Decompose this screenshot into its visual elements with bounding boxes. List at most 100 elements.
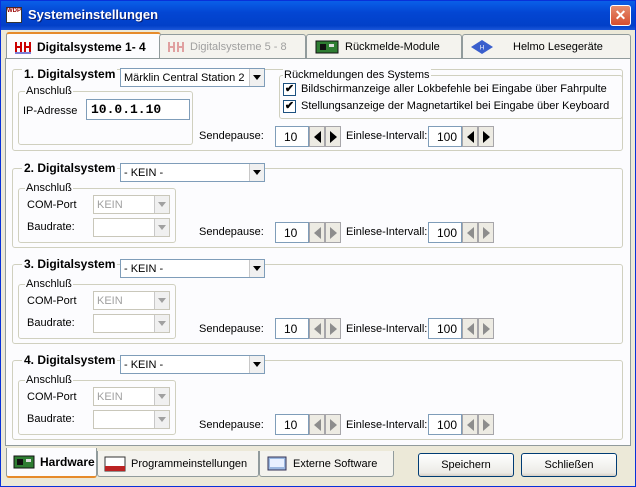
title-bar[interactable]: WDP Systemeinstellungen ✕ bbox=[1, 1, 635, 30]
arrow-right-icon[interactable] bbox=[325, 318, 341, 339]
system4-com-value: KEIN bbox=[97, 390, 123, 403]
system3-interval-input[interactable]: 100 bbox=[428, 318, 462, 339]
system4-pause-spinner[interactable] bbox=[309, 414, 341, 435]
system4-pause-input[interactable]: 10 bbox=[275, 414, 309, 435]
check-lok-commands[interactable]: ✔ bbox=[283, 83, 296, 96]
chevron-down-icon[interactable] bbox=[154, 196, 169, 213]
check-magnet-articles[interactable]: ✔ bbox=[283, 100, 296, 113]
chevron-down-icon[interactable] bbox=[154, 388, 169, 405]
tab-digitalsysteme-1-4[interactable]: Digitalsysteme 1- 4 bbox=[6, 32, 161, 59]
digital-system-icon bbox=[15, 41, 31, 53]
arrow-right-icon[interactable] bbox=[325, 222, 341, 243]
feedback-title: Rückmeldungen des Systems bbox=[283, 69, 431, 81]
system1-type-select[interactable]: Märklin Central Station 2 bbox=[120, 68, 265, 87]
tab-label: Digitalsysteme 1- 4 bbox=[37, 39, 146, 54]
tab-label: Hardware bbox=[40, 455, 95, 469]
system2-interval-label: Einlese-Intervall: bbox=[346, 226, 428, 238]
window-title: Systemeinstellungen bbox=[28, 7, 159, 22]
arrow-left-icon[interactable] bbox=[309, 318, 325, 339]
system3-pause-spinner[interactable] bbox=[309, 318, 341, 339]
system3-type-select[interactable]: - KEIN - bbox=[120, 259, 265, 278]
arrow-right-icon[interactable] bbox=[478, 414, 494, 435]
arrow-left-icon[interactable] bbox=[309, 414, 325, 435]
system3-com-value: KEIN bbox=[97, 294, 123, 307]
system2-pause-label: Sendepause: bbox=[199, 226, 264, 238]
close-window-button[interactable]: ✕ bbox=[610, 5, 631, 26]
system4-baud-select[interactable] bbox=[93, 410, 170, 429]
check-magnet-articles-label: Stellungsanzeige der Magnetartikel bei E… bbox=[301, 100, 610, 112]
system4-interval-spinner[interactable] bbox=[462, 414, 494, 435]
arrow-right-icon[interactable] bbox=[325, 414, 341, 435]
arrow-left-icon[interactable] bbox=[462, 222, 478, 243]
digital-system-icon bbox=[168, 41, 184, 52]
arrow-left-icon[interactable] bbox=[309, 126, 325, 147]
system1-type-value: Märklin Central Station 2 bbox=[124, 71, 245, 84]
system1-interval-spinner[interactable] bbox=[462, 126, 494, 147]
system2-type-select[interactable]: - KEIN - bbox=[120, 163, 265, 182]
arrow-left-icon[interactable] bbox=[462, 318, 478, 339]
tab-label: Programmeinstellungen bbox=[131, 457, 248, 470]
settings-window: WDP Systemeinstellungen ✕ Digitalsysteme… bbox=[0, 0, 636, 487]
chevron-down-icon[interactable] bbox=[154, 315, 169, 332]
system2-com-value: KEIN bbox=[97, 198, 123, 211]
tab-programmeinstellungen[interactable]: Programmeinstellungen bbox=[97, 451, 259, 477]
tab-externe-software[interactable]: Externe Software bbox=[259, 451, 394, 477]
arrow-right-icon[interactable] bbox=[478, 222, 494, 243]
system3-interval-spinner[interactable] bbox=[462, 318, 494, 339]
system3-pause-input[interactable]: 10 bbox=[275, 318, 309, 339]
chevron-down-icon[interactable] bbox=[249, 164, 264, 181]
chevron-down-icon[interactable] bbox=[249, 260, 264, 277]
system2-pause-spinner[interactable] bbox=[309, 222, 341, 243]
system1-pause-input[interactable]: 10 bbox=[275, 126, 309, 147]
system4-type-select[interactable]: - KEIN - bbox=[120, 355, 265, 374]
system3-com-label: COM-Port bbox=[27, 295, 77, 307]
system1-interval-input[interactable]: 100 bbox=[428, 126, 462, 147]
feedback-group bbox=[279, 75, 623, 119]
system4-title: 4. Digitalsystem bbox=[22, 353, 118, 367]
tab-helmo-lesegeraete[interactable]: H Helmo Lesegeräte bbox=[462, 34, 631, 58]
system2-interval-input[interactable]: 100 bbox=[428, 222, 462, 243]
arrow-left-icon[interactable] bbox=[462, 126, 478, 147]
tab-label: Helmo Lesegeräte bbox=[513, 40, 603, 53]
system2-interval-spinner[interactable] bbox=[462, 222, 494, 243]
chevron-down-icon[interactable] bbox=[249, 69, 264, 86]
arrow-right-icon[interactable] bbox=[478, 318, 494, 339]
arrow-right-icon[interactable] bbox=[478, 126, 494, 147]
svg-text:H: H bbox=[480, 45, 484, 51]
close-button[interactable]: Schließen bbox=[521, 453, 617, 477]
save-button[interactable]: Speichern bbox=[418, 453, 514, 477]
ip-address-input[interactable]: 10.0.1.10 bbox=[86, 99, 190, 120]
external-software-icon bbox=[267, 456, 287, 470]
system1-pause-spinner[interactable] bbox=[309, 126, 341, 147]
system2-com-label: COM-Port bbox=[27, 199, 77, 211]
system3-type-value: - KEIN - bbox=[124, 262, 164, 275]
system4-pause-label: Sendepause: bbox=[199, 419, 264, 431]
circuit-board-icon bbox=[315, 40, 339, 53]
system1-connection-title: Anschluß bbox=[25, 85, 73, 97]
system4-baud-label: Baudrate: bbox=[27, 413, 75, 425]
system2-pause-input[interactable]: 10 bbox=[275, 222, 309, 243]
chevron-down-icon[interactable] bbox=[154, 411, 169, 428]
tab-rueckmelde-module[interactable]: Rückmelde-Module bbox=[306, 34, 462, 58]
arrow-left-icon[interactable] bbox=[462, 414, 478, 435]
arrow-right-icon[interactable] bbox=[325, 126, 341, 147]
chevron-down-icon[interactable] bbox=[249, 356, 264, 373]
system3-com-select[interactable]: KEIN bbox=[93, 291, 170, 310]
system3-interval-label: Einlese-Intervall: bbox=[346, 323, 428, 335]
system3-connection-title: Anschluß bbox=[25, 278, 73, 290]
arrow-left-icon[interactable] bbox=[309, 222, 325, 243]
chevron-down-icon[interactable] bbox=[154, 292, 169, 309]
ip-address-label: IP-Adresse bbox=[23, 105, 78, 117]
system2-baud-select[interactable] bbox=[93, 218, 170, 237]
system4-interval-input[interactable]: 100 bbox=[428, 414, 462, 435]
chevron-down-icon[interactable] bbox=[154, 219, 169, 236]
system4-connection-title: Anschluß bbox=[25, 374, 73, 386]
tab-digitalsysteme-5-8[interactable]: Digitalsysteme 5 - 8 bbox=[159, 34, 306, 58]
tab-label: Externe Software bbox=[293, 457, 378, 470]
system3-baud-select[interactable] bbox=[93, 314, 170, 333]
tab-hardware[interactable]: Hardware bbox=[6, 448, 97, 478]
system1-title: 1. Digitalsystem bbox=[22, 67, 118, 81]
system2-com-select[interactable]: KEIN bbox=[93, 195, 170, 214]
system4-com-select[interactable]: KEIN bbox=[93, 387, 170, 406]
check-lok-commands-label: Bildschirmanzeige aller Lokbefehle bei E… bbox=[301, 83, 607, 95]
